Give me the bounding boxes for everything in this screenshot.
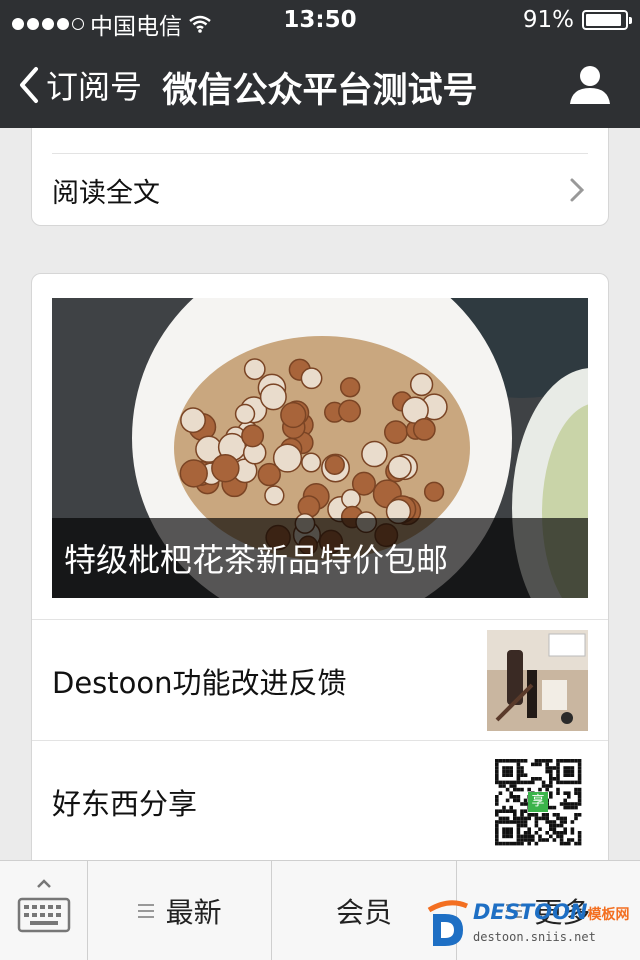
list-item[interactable]: Destoon功能改进反馈 [32, 620, 608, 740]
status-bar: 中国电信 13:50 91% [0, 0, 640, 40]
article-thumbnail [487, 630, 588, 731]
watermark-brand-cn: 模板网 [587, 907, 630, 923]
status-right: 91% [522, 7, 632, 33]
watermark-brand: DESTOON模板网 [473, 900, 630, 924]
article-title: Destoon功能改进反馈 [52, 666, 347, 700]
article-title: 好东西分享 [52, 787, 198, 821]
keyboard-icon [17, 879, 71, 933]
battery-icon [582, 10, 632, 30]
watermark-brand-name: DESTOON [473, 900, 588, 924]
chevron-right-icon [570, 178, 585, 202]
navigation-bar: 订阅号 微信公众平台测试号 [0, 40, 640, 128]
watermark-url: destoon.sniis.net [473, 930, 596, 944]
watermark-logo: DESTOON模板网 destoon.sniis.net [425, 892, 635, 952]
read-full-label: 阅读全文 [52, 177, 160, 209]
page-title: 微信公众平台测试号 [162, 71, 478, 111]
cover-article[interactable]: 特级枇杷花茶新品特价包邮 [52, 298, 588, 598]
menu-lines-icon [137, 903, 154, 918]
destoon-logo-icon [427, 900, 469, 946]
news-message-card: 特级枇杷花茶新品特价包邮 Destoon功能改进反馈 好东西分享 享 [31, 273, 609, 860]
read-full-link[interactable]: 阅读全文 [52, 154, 588, 226]
person-icon[interactable] [568, 62, 612, 106]
message-list[interactable]: 阅读全文 特级枇杷花茶新品特价包邮 Destoon功能改进反馈 好东西分享 享 [0, 128, 640, 860]
keyboard-toggle-button[interactable] [0, 861, 88, 960]
previous-message-card: 阅读全文 [31, 128, 609, 226]
battery-percent: 91% [522, 7, 574, 33]
battery-fill [586, 14, 621, 26]
tab-latest[interactable]: 最新 [88, 861, 273, 960]
cover-caption: 特级枇杷花茶新品特价包邮 [52, 518, 588, 598]
tab-label: 最新 [165, 895, 222, 929]
share-badge: 享 [528, 792, 548, 812]
list-item[interactable]: 好东西分享 享 [32, 741, 608, 860]
tab-label: 会员 [335, 895, 392, 929]
qr-code-thumbnail: 享 [487, 751, 588, 852]
